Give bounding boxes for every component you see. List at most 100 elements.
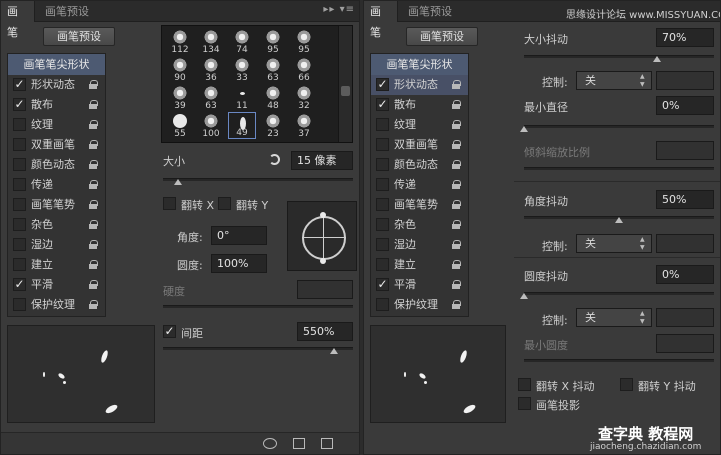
angle-roundness-widget[interactable] [287,201,357,271]
size-slider-knob[interactable] [174,179,183,185]
lock-icon[interactable] [452,80,461,89]
roundness-handle-top[interactable] [320,212,326,218]
brush-projection-checkbox[interactable] [518,397,531,410]
list-item-checkbox[interactable] [376,118,389,131]
list-item-checkbox[interactable] [13,298,26,311]
brush-tip-thumbnail[interactable]: 11 [228,84,256,111]
flip-y-jitter-checkbox[interactable] [620,378,633,391]
brush-tip-thumbnail[interactable]: 63 [197,84,225,111]
roundness-jitter-field[interactable]: 0% [656,265,714,284]
min-diameter-slider[interactable] [524,125,714,128]
roundness-jitter-knob[interactable] [520,293,528,299]
min-diameter-field[interactable]: 0% [656,96,714,115]
toggle-live-tip-icon[interactable] [263,438,277,449]
roundness-control-select[interactable]: 关 ▲▼ [576,308,652,327]
flip-x-checkbox[interactable] [163,197,176,210]
reset-size-icon[interactable] [269,154,280,165]
new-preset-icon[interactable] [321,438,333,449]
brush-tip-thumbnail[interactable]: 90 [166,56,194,83]
brush-tip-thumbnail[interactable]: 37 [290,112,318,139]
list-item[interactable]: 湿边 [8,235,105,255]
list-item-checkbox[interactable] [13,198,26,211]
list-item-checkbox[interactable] [376,258,389,271]
min-diameter-knob[interactable] [520,126,528,132]
lock-icon[interactable] [452,280,461,289]
list-item-checkbox[interactable] [13,138,26,151]
list-header-brush-tip-shape[interactable]: 画笔笔尖形状 [8,54,105,75]
brush-tip-thumbnail[interactable]: 95 [290,28,318,55]
list-item-checkbox[interactable] [13,158,26,171]
list-item[interactable]: 保护纹理 [8,295,105,315]
lock-icon[interactable] [452,300,461,309]
list-item[interactable]: 杂色 [371,215,468,235]
list-item-checkbox[interactable]: ✓ [376,98,389,111]
lock-icon[interactable] [89,100,98,109]
list-item[interactable]: 传递 [371,175,468,195]
lock-icon[interactable] [452,120,461,129]
list-item[interactable]: ✓ 形状动态 [371,75,468,95]
brush-presets-button[interactable]: 画笔预设 [43,27,115,46]
list-item-checkbox[interactable]: ✓ [13,278,26,291]
brush-tip-thumbnail[interactable]: 95 [259,28,287,55]
list-item-checkbox[interactable] [13,178,26,191]
list-item[interactable]: ✓ 平滑 [8,275,105,295]
tab-brush-presets[interactable]: 画笔预设 [39,1,95,22]
lock-icon[interactable] [452,200,461,209]
list-item-checkbox[interactable] [13,258,26,271]
size-jitter-slider[interactable] [524,55,714,58]
brush-tip-thumbnail[interactable]: 36 [197,56,225,83]
list-item[interactable]: 颜色动态 [8,155,105,175]
lock-icon[interactable] [452,240,461,249]
list-item[interactable]: 建立 [8,255,105,275]
lock-icon[interactable] [89,260,98,269]
list-item[interactable]: 颜色动态 [371,155,468,175]
list-item[interactable]: 纹理 [8,115,105,135]
list-item[interactable]: 画笔笔势 [371,195,468,215]
list-item-checkbox[interactable] [376,178,389,191]
list-item[interactable]: 传递 [8,175,105,195]
list-header-brush-tip-shape[interactable]: 画笔笔尖形状 [371,54,468,75]
brush-presets-button[interactable]: 画笔预设 [406,27,478,46]
brush-tip-thumbnail[interactable]: 48 [259,84,287,111]
brush-tip-thumbnail[interactable]: 39 [166,84,194,111]
roundness-handle-bottom[interactable] [320,258,326,264]
spacing-checkbox[interactable]: ✓ [163,325,176,338]
brush-grid-icon[interactable] [293,438,305,449]
list-item-checkbox[interactable] [13,218,26,231]
brush-tip-thumbnail[interactable]: 55 [166,112,194,139]
list-item-checkbox[interactable] [376,298,389,311]
size-control-select[interactable]: 关 ▲▼ [576,71,652,90]
size-field[interactable]: 15 像素 [291,151,353,170]
brush-tip-thumbnail[interactable]: 63 [259,56,287,83]
lock-icon[interactable] [452,260,461,269]
list-item[interactable]: 湿边 [371,235,468,255]
list-item-checkbox[interactable] [376,158,389,171]
angle-jitter-field[interactable]: 50% [656,190,714,209]
lock-icon[interactable] [89,240,98,249]
brush-tip-thumbnail[interactable]: 100 [197,112,225,139]
size-jitter-field[interactable]: 70% [656,28,714,47]
list-item[interactable]: 双重画笔 [8,135,105,155]
list-item[interactable]: 保护纹理 [371,295,468,315]
angle-jitter-knob[interactable] [615,217,623,223]
size-slider[interactable] [163,178,353,181]
brush-tip-thumbnail[interactable]: 49 [228,112,256,139]
list-item[interactable]: 建立 [371,255,468,275]
list-item-checkbox[interactable]: ✓ [376,278,389,291]
angle-control-select[interactable]: 关 ▲▼ [576,234,652,253]
lock-icon[interactable] [89,140,98,149]
list-item-checkbox[interactable]: ✓ [376,78,389,91]
lock-icon[interactable] [89,80,98,89]
tip-scroll-thumb[interactable] [341,86,350,96]
list-item[interactable]: 双重画笔 [371,135,468,155]
flip-x-jitter-checkbox[interactable] [518,378,531,391]
list-item[interactable]: ✓ 平滑 [371,275,468,295]
list-item-checkbox[interactable] [376,218,389,231]
brush-tip-thumbnail[interactable]: 134 [197,28,225,55]
lock-icon[interactable] [89,280,98,289]
brush-tip-thumbnail[interactable]: 74 [228,28,256,55]
brush-tip-thumbnail[interactable]: 32 [290,84,318,111]
panel-menu-icon[interactable]: ▸▸ ▾≡ [323,4,355,15]
brush-tip-thumbnail[interactable]: 112 [166,28,194,55]
lock-icon[interactable] [89,220,98,229]
